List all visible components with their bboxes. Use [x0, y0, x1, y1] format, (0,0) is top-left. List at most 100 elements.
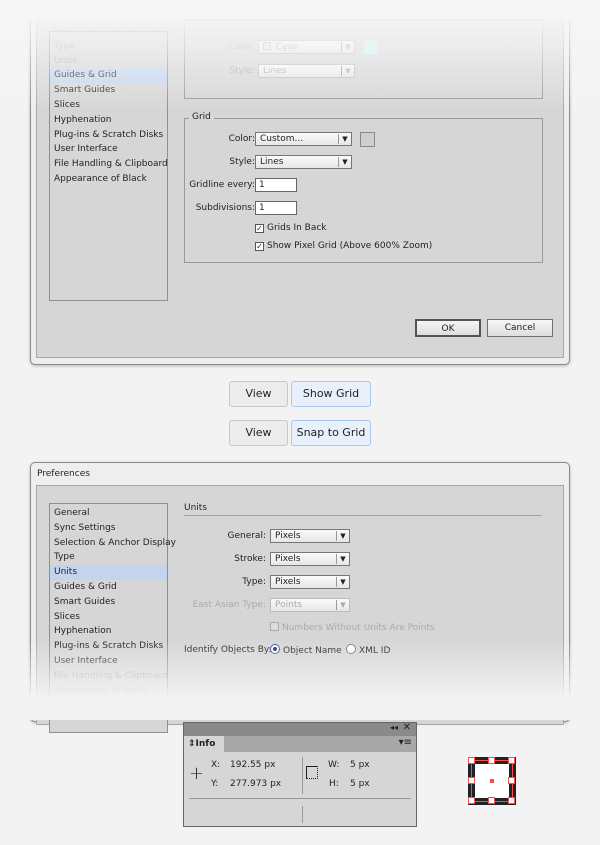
show-pixel-grid-label: Show Pixel Grid (Above 600% Zoom) [267, 241, 433, 251]
chevron-down-icon: ▼ [336, 577, 349, 587]
category-list[interactable]: General Sync Settings Selection & Anchor D… [49, 503, 176, 733]
w-value: 5 px [350, 760, 370, 770]
radio-object-name[interactable]: Object Name [270, 644, 342, 656]
category-item[interactable]: Slices [50, 610, 167, 625]
guides-style-label: Style: [229, 66, 255, 76]
stroke-units-select[interactable]: Pixels ▼ [270, 552, 350, 566]
gridline-every-label: Gridline every: [189, 180, 255, 190]
y-value: 277.973 px [230, 779, 282, 789]
divider-vertical-bottom [302, 806, 303, 823]
category-item[interactable]: Sync Settings [50, 521, 167, 536]
general-label: General: [227, 531, 266, 541]
category-item[interactable]: Slices [50, 98, 167, 113]
grid-color-swatch[interactable] [360, 132, 375, 147]
category-item[interactable]: Units [50, 54, 167, 69]
cancel-button[interactable]: Cancel [487, 319, 553, 337]
stroke-units-value: Pixels [275, 554, 301, 564]
dialog-body: Selection & Anchor Display Type Units Guide… [36, 19, 564, 358]
show-pixel-grid-checkbox[interactable]: ✓ Show Pixel Grid (Above 600% Zoom) [255, 241, 432, 251]
panel-menu-icon[interactable]: ▾≡ [399, 737, 412, 748]
chevron-down-icon: ▼ [336, 600, 349, 610]
dimensions-icon [306, 766, 318, 779]
type-units-select[interactable]: Pixels ▼ [270, 575, 350, 589]
guides-style-select[interactable]: Lines ▼ [258, 64, 355, 78]
panel-titlebar[interactable]: ◂◂ ✕ [184, 722, 416, 736]
numbers-without-units-label: Numbers Without Units Are Points [282, 623, 435, 633]
grid-group: Grid Color: Custom... ▼ Style: Lines ▼ Gri… [184, 112, 543, 263]
selection-handle[interactable] [508, 777, 515, 784]
category-item[interactable]: General [50, 506, 167, 521]
grid-style-select[interactable]: Lines ▼ [255, 155, 352, 169]
selection-handle[interactable] [508, 797, 515, 804]
section-divider [184, 515, 542, 516]
category-item[interactable]: Guides & Grid [50, 580, 167, 595]
radio-selected-icon [270, 644, 280, 654]
close-icon[interactable]: ✕ [403, 722, 411, 733]
cyan-swatch-icon [263, 42, 271, 50]
numbers-without-units-checkbox: Numbers Without Units Are Points [270, 622, 435, 633]
menu-view-1[interactable]: View [229, 381, 288, 407]
tab-info[interactable]: ⇕Info [184, 736, 224, 752]
category-item[interactable]: Type [50, 39, 167, 54]
guides-color-swatch[interactable] [363, 40, 378, 55]
selection-handle[interactable] [468, 777, 475, 784]
checkmark-icon: ✓ [255, 242, 264, 251]
grids-in-back-checkbox[interactable]: ✓ Grids In Back [255, 223, 327, 233]
selection-handle[interactable] [508, 757, 515, 764]
sort-arrows-icon: ⇕ [188, 739, 196, 749]
category-item[interactable]: File Handling & Clipboard [50, 157, 168, 172]
guides-color-select[interactable]: Cyan ▼ [258, 40, 355, 54]
selected-square-shape[interactable] [468, 757, 516, 805]
category-item[interactable]: Smart Guides [50, 595, 167, 610]
selection-handle[interactable] [488, 757, 495, 764]
category-item[interactable]: Selection & Anchor Display [50, 24, 176, 39]
grid-color-label: Color: [228, 134, 255, 144]
menu-item-snap-to-grid[interactable]: Snap to Grid [291, 420, 371, 446]
category-item[interactable]: File Handling & Clipboard [50, 669, 168, 684]
h-value: 5 px [350, 779, 370, 789]
type-units-value: Pixels [275, 577, 301, 587]
category-item[interactable]: Appearance of Black [50, 684, 167, 699]
category-item[interactable]: Appearance of Black [50, 172, 167, 187]
category-item[interactable]: Hyphenation [50, 624, 167, 639]
chevron-down-icon: ▼ [338, 134, 351, 144]
identify-objects-label: Identify Objects By: [184, 645, 272, 655]
center-point-icon [490, 779, 494, 783]
selection-handle[interactable] [468, 757, 475, 764]
guides-color-value: Cyan [276, 42, 299, 52]
preferences-dialog-units: Preferences General Sync Settings Selectio… [30, 462, 570, 733]
h-label: H: [329, 779, 339, 789]
selection-handle[interactable] [488, 797, 495, 804]
category-item[interactable]: Selection & Anchor Display [50, 536, 176, 551]
radio-xml-id[interactable]: XML ID [346, 644, 390, 656]
tab-info-label: Info [195, 739, 216, 749]
category-item[interactable]: User Interface [50, 142, 167, 157]
grid-color-select[interactable]: Custom... ▼ [255, 132, 352, 146]
menu-item-show-grid[interactable]: Show Grid [291, 381, 371, 407]
section-title: Units [184, 503, 208, 513]
east-asian-type-select: Points ▼ [270, 598, 350, 612]
divider-horizontal [189, 798, 411, 799]
collapse-icon[interactable]: ◂◂ [390, 723, 398, 732]
category-item[interactable]: User Interface [50, 654, 167, 669]
category-item[interactable]: Smart Guides [50, 83, 167, 98]
chevron-down-icon: ▼ [338, 157, 351, 167]
category-item[interactable]: Hyphenation [50, 113, 167, 128]
subdivisions-input[interactable]: 1 [255, 201, 297, 215]
general-units-select[interactable]: Pixels ▼ [270, 529, 350, 543]
guides-group: Color: Cyan ▼ Style: Lines ▼ [184, 19, 543, 99]
selection-handle[interactable] [468, 797, 475, 804]
object-name-label: Object Name [283, 646, 342, 656]
category-item[interactable]: Units [50, 565, 167, 580]
category-item[interactable]: Plug-ins & Scratch Disks [50, 639, 167, 654]
category-item[interactable]: Guides & Grid [50, 68, 167, 84]
category-item[interactable]: Plug-ins & Scratch Disks [50, 128, 167, 143]
category-list[interactable]: Selection & Anchor Display Type Units Guide… [49, 26, 176, 301]
grid-style-value: Lines [260, 157, 284, 167]
menu-view-2[interactable]: View [229, 420, 288, 446]
radio-icon [346, 644, 356, 654]
category-item[interactable]: Type [50, 550, 167, 565]
ok-button[interactable]: OK [415, 319, 481, 337]
gridline-every-input[interactable]: 1 [255, 178, 297, 192]
type-label: Type: [242, 577, 266, 587]
